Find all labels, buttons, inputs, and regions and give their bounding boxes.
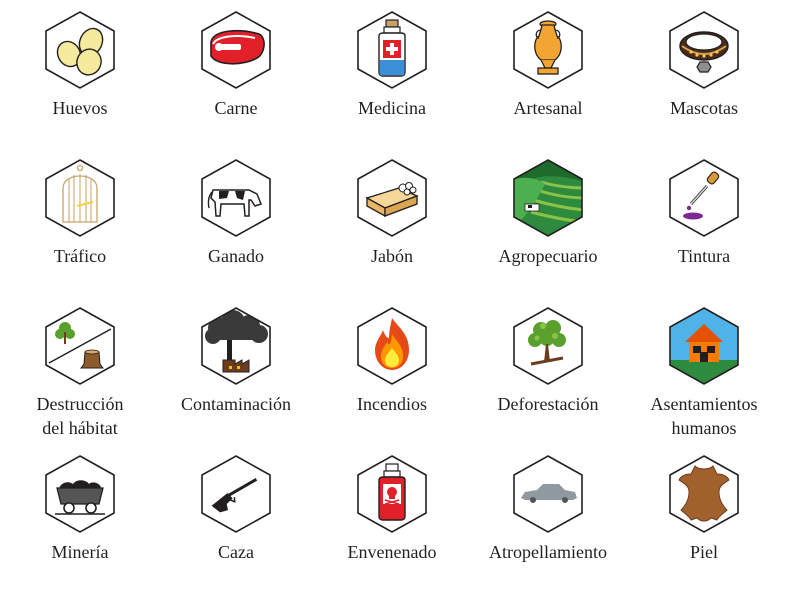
- item-deforestacion: Deforestación: [473, 302, 623, 442]
- farmland-icon: [513, 159, 583, 237]
- car-icon: [513, 455, 583, 533]
- item-envenenado: Envenenado: [317, 450, 467, 590]
- item-agropecuario: Agropecuario: [473, 154, 623, 294]
- item-label: Contaminación: [181, 394, 291, 414]
- item-atropellamiento: Atropellamiento: [473, 450, 623, 590]
- item-jabon: Jabón: [317, 154, 467, 294]
- item-label: Mascotas: [670, 98, 738, 118]
- factory-smoke-icon: [201, 307, 271, 385]
- item-mineria: Minería: [5, 450, 155, 590]
- item-contaminacion: Contaminación: [161, 302, 311, 442]
- house-icon: [669, 307, 739, 385]
- dye-dropper-icon: [669, 159, 739, 237]
- item-carne: Carne: [161, 6, 311, 146]
- deforestation-icon: [513, 307, 583, 385]
- item-label: Minería: [51, 542, 109, 562]
- item-artesanal: Artesanal: [473, 6, 623, 146]
- item-label: Tráfico: [53, 246, 107, 266]
- item-label: Incendios: [357, 394, 427, 414]
- item-label: Jabón: [371, 246, 413, 266]
- leather-hide-icon: [669, 455, 739, 533]
- cow-icon: [201, 159, 271, 237]
- item-label: Tintura: [677, 246, 731, 266]
- item-label: Destrucción del hábitat: [36, 394, 124, 438]
- item-label: Ganado: [208, 246, 264, 266]
- item-label: Piel: [689, 542, 718, 562]
- habitat-destruction-icon: [45, 307, 115, 385]
- item-incendios: Incendios: [317, 302, 467, 442]
- item-medicina: Medicina: [317, 6, 467, 146]
- item-label: Envenenado: [347, 542, 437, 562]
- fire-icon: [357, 307, 427, 385]
- eggs-icon: [45, 11, 115, 89]
- item-piel: Piel: [629, 450, 779, 590]
- item-label: Carne: [214, 98, 258, 118]
- item-mascotas: Mascotas: [629, 6, 779, 146]
- vase-icon: [513, 11, 583, 89]
- item-ganado: Ganado: [161, 154, 311, 294]
- collar-icon: [669, 11, 739, 89]
- item-label: Deforestación: [497, 394, 599, 414]
- item-label: Huevos: [52, 98, 108, 118]
- birdcage-icon: [45, 159, 115, 237]
- item-label: Artesanal: [513, 98, 583, 118]
- item-asentamientos: Asentamientos humanos: [629, 302, 779, 442]
- item-tintura: Tintura: [629, 154, 779, 294]
- steak-icon: [201, 11, 271, 89]
- item-label: Agropecuario: [498, 246, 598, 266]
- rifle-icon: [201, 455, 271, 533]
- item-trafico: Tráfico: [5, 154, 155, 294]
- soap-icon: [357, 159, 427, 237]
- mine-cart-icon: [45, 455, 115, 533]
- medicine-bottle-icon: [357, 11, 427, 89]
- item-caza: Caza: [161, 450, 311, 590]
- item-label: Caza: [218, 542, 254, 562]
- item-huevos: Huevos: [5, 6, 155, 146]
- item-destruccion-habitat: Destrucción del hábitat: [5, 302, 155, 442]
- poison-bottle-icon: [357, 455, 427, 533]
- item-label: Medicina: [358, 98, 426, 118]
- item-label: Asentamientos humanos: [650, 394, 758, 438]
- item-label: Atropellamiento: [489, 542, 607, 562]
